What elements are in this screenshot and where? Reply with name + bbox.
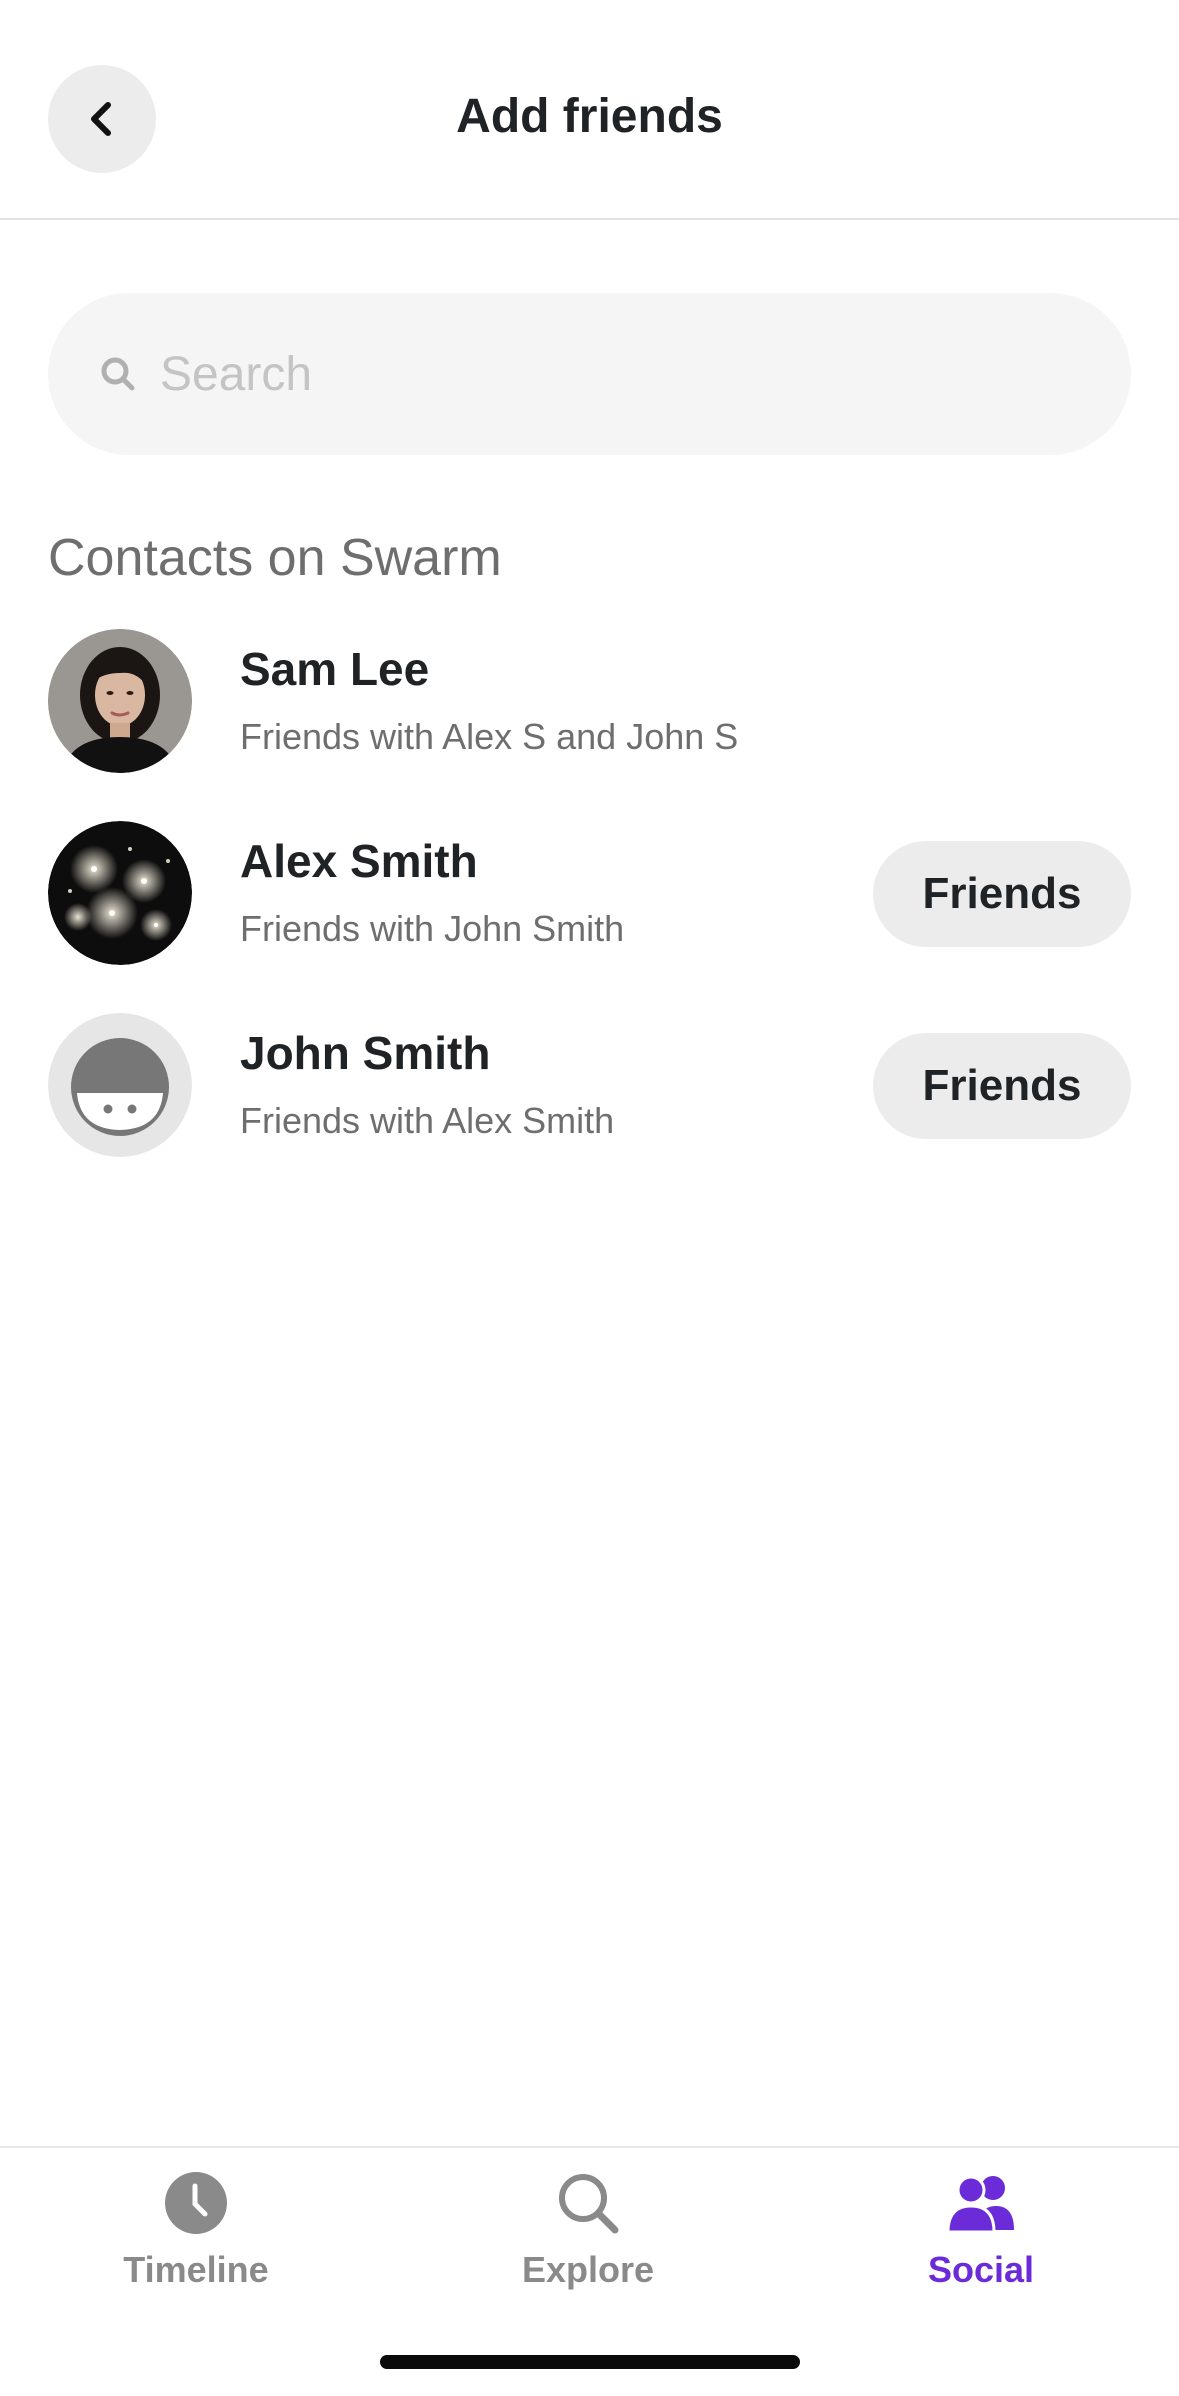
friends-button[interactable]: Friends <box>873 1033 1131 1139</box>
tab-label: Social <box>927 2249 1035 2290</box>
friends-button[interactable]: Friends <box>873 841 1131 947</box>
page-title: Add friends <box>456 90 723 143</box>
contact-row[interactable]: John Smith Friends with Alex Smith Frien… <box>48 1013 1131 1159</box>
tab-social[interactable]: Social <box>831 2168 1131 2308</box>
search-icon <box>559 2174 619 2234</box>
contact-row[interactable]: Alex Smith Friends with John Smith Frien… <box>48 821 1131 967</box>
contact-mutual-friends: Friends with John Smith <box>240 908 625 949</box>
tab-explore[interactable]: Explore <box>438 2168 738 2308</box>
top-bar: Add friends <box>0 0 1179 220</box>
people-icon <box>946 2175 1014 2234</box>
contact-name: Alex Smith <box>240 835 478 887</box>
clock-icon <box>165 2172 227 2234</box>
tab-label: Explore <box>521 2249 655 2290</box>
contact-mutual-friends: Friends with Alex S and John S <box>240 716 739 757</box>
avatar <box>48 1013 192 1157</box>
avatar <box>48 629 192 773</box>
contact-mutual-friends: Friends with Alex Smith <box>240 1100 615 1141</box>
contact-name: John Smith <box>240 1027 491 1079</box>
contact-name: Sam Lee <box>240 643 430 695</box>
section-title: Contacts on Swarm <box>48 529 502 587</box>
search-input[interactable] <box>160 334 1060 414</box>
search-bar[interactable] <box>48 293 1131 455</box>
tab-timeline[interactable]: Timeline <box>46 2168 346 2308</box>
tab-label: Timeline <box>123 2249 269 2290</box>
avatar <box>48 821 192 965</box>
contact-row[interactable]: Sam Lee Friends with Alex S and John S <box>48 629 1131 775</box>
home-indicator <box>380 2355 800 2369</box>
search-icon <box>98 354 138 394</box>
